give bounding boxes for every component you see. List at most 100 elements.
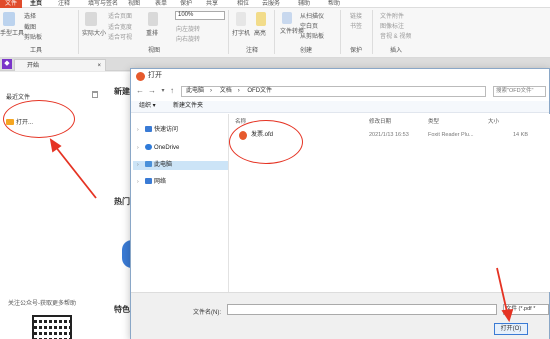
breadcrumb-this-pc[interactable]: 此电脑 [186,88,204,94]
file-type: Foxit Reader Plu... [428,132,474,138]
filename-input[interactable] [227,304,497,315]
nav-item-quick-access[interactable]: › 快速访问 [137,126,178,135]
address-row: ← → ▾ ↑ 此电脑 › 文档 › OFD文件 搜索"OFD文件" [131,84,549,99]
follow-account-text: 关注公众号-获取更多帮助 [8,301,76,307]
tab-start[interactable]: 开始 × [14,59,106,71]
file-convert-icon[interactable] [282,12,292,24]
column-size[interactable]: 大小 [488,117,499,125]
highlight-icon[interactable] [256,12,266,26]
section-feature: 特色 [114,305,130,314]
nav-label: 快速访问 [154,127,179,133]
comment-group-label: 注释 [246,48,259,54]
network-icon [145,178,152,185]
zoom-input[interactable]: 100% [175,11,225,20]
ribbon-separator [340,10,341,54]
nav-label: 网络 [154,179,167,185]
hand-tool-label: 手型工具 [0,31,25,37]
ribbon-separator [78,10,79,54]
dialog-title: 打开 [148,72,162,79]
menu-cloud[interactable]: 云服务 [262,0,280,8]
hand-tool-icon[interactable] [3,12,15,26]
bookmark-label[interactable]: 书签 [350,21,362,30]
open-button[interactable]: 打开(O) [494,323,528,335]
open-file-dialog: 打开 ← → ▾ ↑ 此电脑 › 文档 › OFD文件 搜索"OFD文件" 组织 ▾… [130,68,550,339]
section-hot: 热门 [114,197,130,206]
from-clipboard-label[interactable]: 从剪贴板 [300,31,324,40]
section-new: 新建 [114,87,130,96]
annotation-circle [229,120,303,164]
nav-item-network[interactable]: › 网络 [137,178,166,187]
create-group-label: 创建 [300,48,313,54]
menu-form[interactable]: 表单 [155,0,167,8]
reflow-icon[interactable] [148,12,158,26]
dialog-title-bar: 打开 [131,69,549,83]
up-arrow-icon[interactable]: ↑ [167,86,177,96]
file-attach-label[interactable]: 文件附件 [380,11,404,20]
computer-icon [145,161,152,168]
tab-start-label: 开始 [27,63,40,69]
fit-page-label[interactable]: 适合页面 [108,11,132,20]
navigation-pane: › 快速访问 › OneDrive › 此电脑 › 网络 [131,114,229,292]
actual-size-label: 实际大小 [82,31,107,37]
fit-width-label[interactable]: 适合宽度 [108,22,132,31]
rotate-right-label[interactable]: 向右旋转 [176,34,200,43]
blank-page-label[interactable]: 空白页 [300,21,318,30]
nav-item-this-pc[interactable]: › 此电脑 [133,161,228,170]
trash-icon[interactable] [92,91,98,98]
menu-view[interactable]: 视图 [128,0,140,8]
cloud-icon [145,144,152,151]
image-annot-label[interactable]: 图像标注 [380,21,404,30]
nav-item-onedrive[interactable]: › OneDrive [137,144,179,153]
menu-home[interactable]: 主页 [30,0,42,8]
nav-label: OneDrive [154,145,180,151]
app-logo-icon: ◆ [2,59,12,69]
new-folder-button[interactable]: 新建文件夹 [173,102,203,111]
file-date: 2021/1/13 16:53 [369,132,409,138]
address-bar[interactable]: 此电脑 › 文档 › OFD文件 [181,86,486,97]
menu-file[interactable]: 文件 [0,0,22,8]
menu-protect[interactable]: 保护 [180,0,192,8]
organize-button[interactable]: 组织 ▾ [139,102,156,111]
menu-share[interactable]: 共享 [206,0,218,8]
file-type-select[interactable]: 文件 (*.pdf * [503,304,549,315]
menu-comment[interactable]: 注释 [58,0,70,8]
ribbon-separator [274,10,275,54]
foxit-logo-icon [136,72,145,81]
menu-fill-sign[interactable]: 填写与签名 [88,0,118,8]
audio-video-label[interactable]: 音视 & 视频 [380,31,411,40]
rotate-left-label[interactable]: 向左旋转 [176,24,200,33]
ribbon-separator [372,10,373,54]
from-scanner-label[interactable]: 从扫描仪 [300,11,324,20]
star-icon [145,126,152,133]
close-icon[interactable]: × [97,61,101,71]
column-type[interactable]: 类型 [428,117,439,125]
forward-arrow-icon[interactable]: → [147,86,157,96]
column-date[interactable]: 修改日期 [369,117,391,125]
tools-group-label: 工具 [30,48,43,54]
dialog-bottom-bar: 文件名(N): 文件 (*.pdf * 打开(O) [131,292,549,339]
menu-help[interactable]: 帮助 [328,0,340,8]
nav-label: 此电脑 [154,162,173,168]
filename-label: 文件名(N): [193,310,221,316]
annotation-circle [3,100,75,138]
protect-group-label: 保护 [350,48,363,54]
typewriter-icon[interactable] [236,12,246,26]
actual-size-icon[interactable] [85,12,97,26]
clipboard-label[interactable]: 剪贴板 [24,32,42,41]
breadcrumb-ofd-folder[interactable]: OFD文件 [247,88,272,94]
link-label[interactable]: 链接 [350,11,362,20]
snapshot-label[interactable]: 截图 [24,22,36,31]
select-label[interactable]: 选择 [24,11,36,20]
dialog-toolbar: 组织 ▾ 新建文件夹 [131,101,549,113]
fit-visible-label[interactable]: 适合可视 [108,32,132,41]
search-input[interactable]: 搜索"OFD文件" [493,86,546,97]
file-size: 14 KB [513,132,528,138]
highlight-label: 高亮 [254,31,267,37]
reflow-label: 重排 [146,31,159,37]
menu-phase[interactable]: 相位 [237,0,249,8]
qr-code-image [32,315,72,339]
back-arrow-icon[interactable]: ← [135,86,145,96]
recent-files-title: 最近文件 [6,95,31,101]
breadcrumb-documents[interactable]: 文档 [220,88,232,94]
menu-assist[interactable]: 辅助 [298,0,310,8]
